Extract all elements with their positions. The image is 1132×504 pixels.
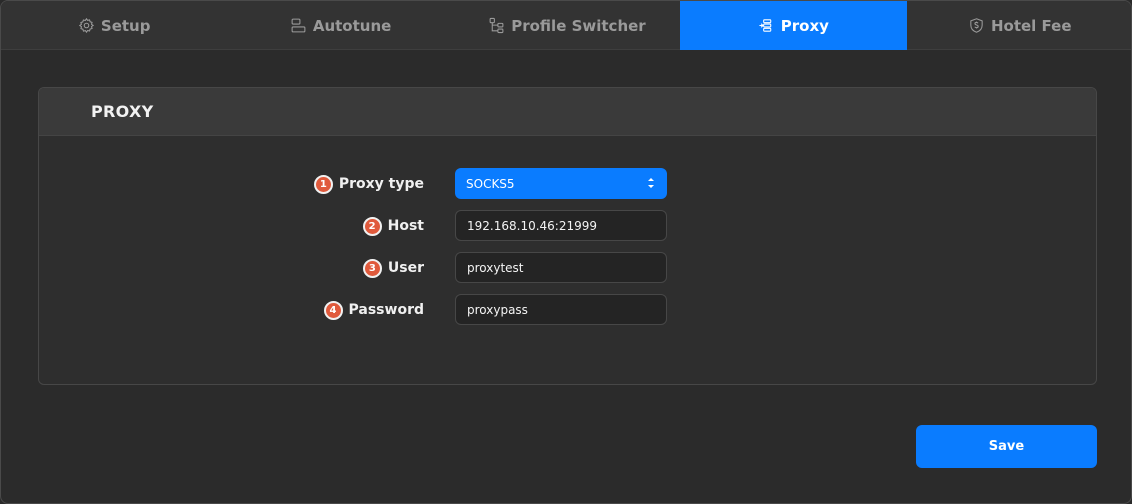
tab-label: Setup <box>100 16 151 35</box>
tab-profile-switcher[interactable]: Profile Switcher <box>454 1 680 50</box>
user-label: User <box>387 260 424 276</box>
proxy-type-row: 1 Proxy type SOCKS5 <box>39 168 1096 200</box>
user-input[interactable] <box>455 252 667 283</box>
proxy-panel: PROXY 1 Proxy type SOCKS5 2 Host 3 <box>38 87 1097 385</box>
password-label-group: 4 Password <box>323 294 424 326</box>
password-label: Password <box>348 302 424 318</box>
password-row: 4 Password <box>39 294 1096 326</box>
tab-bar: Setup Autotune Profile Switcher Proxy Ho… <box>1 1 1131 50</box>
tab-hotel-fee[interactable]: Hotel Fee <box>907 1 1131 50</box>
panel-title: PROXY <box>91 102 154 121</box>
shield-dollar-icon <box>970 18 983 33</box>
updown-chevron-icon <box>648 178 654 188</box>
tab-proxy[interactable]: Proxy <box>680 1 907 50</box>
host-input[interactable] <box>455 210 667 241</box>
user-row: 3 User <box>39 252 1096 284</box>
step-badge-1: 1 <box>313 174 333 194</box>
tab-label: Autotune <box>312 16 392 35</box>
proxy-type-label-group: 1 Proxy type <box>313 168 424 200</box>
proxy-icon <box>759 19 772 32</box>
tab-label: Profile Switcher <box>511 16 646 35</box>
tree-icon <box>489 17 504 34</box>
step-badge-3: 3 <box>362 258 382 278</box>
app-window: Setup Autotune Profile Switcher Proxy Ho… <box>0 0 1132 504</box>
panel-header: PROXY <box>39 88 1096 136</box>
proxy-type-value: SOCKS5 <box>466 176 515 191</box>
gear-icon <box>78 17 94 34</box>
host-label-group: 2 Host <box>362 210 424 242</box>
tab-label: Hotel Fee <box>990 16 1072 35</box>
host-label: Host <box>387 218 424 234</box>
proxy-type-label: Proxy type <box>338 176 424 192</box>
tab-label: Proxy <box>780 16 829 35</box>
save-button[interactable]: Save <box>916 425 1097 468</box>
tab-setup[interactable]: Setup <box>1 1 227 50</box>
user-label-group: 3 User <box>362 252 424 284</box>
step-badge-4: 4 <box>323 300 343 320</box>
tab-autotune[interactable]: Autotune <box>227 1 453 50</box>
step-badge-2: 2 <box>362 216 382 236</box>
host-row: 2 Host <box>39 210 1096 242</box>
proxy-type-select[interactable]: SOCKS5 <box>455 168 667 199</box>
layout-icon <box>291 18 306 33</box>
password-input[interactable] <box>455 294 667 325</box>
